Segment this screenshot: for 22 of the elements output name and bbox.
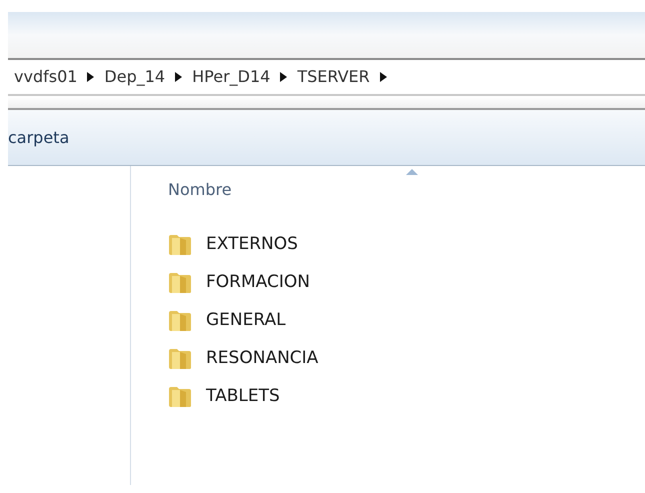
sort-arrow-icon xyxy=(406,169,418,175)
breadcrumb-item[interactable]: vvdfs01 xyxy=(14,65,78,89)
folder-icon xyxy=(168,348,192,370)
folder-name[interactable]: EXTERNOS xyxy=(206,232,298,258)
chevron-right-icon[interactable] xyxy=(175,72,182,82)
folder-icon xyxy=(168,310,192,332)
column-header[interactable]: Nombre xyxy=(168,178,645,204)
folder-icon xyxy=(168,386,192,408)
folder-name[interactable]: RESONANCIA xyxy=(206,346,318,372)
chevron-right-icon[interactable] xyxy=(280,72,288,82)
folder-name[interactable]: FORMACION xyxy=(206,270,310,296)
breadcrumb-item[interactable]: Dep_14 xyxy=(104,65,166,89)
folder-icon xyxy=(168,272,192,294)
folder-name[interactable]: GENERAL xyxy=(206,308,286,334)
folder-name[interactable]: TABLETS xyxy=(206,384,280,410)
breadcrumb-item[interactable]: TSERVER xyxy=(297,65,370,89)
chevron-right-icon[interactable] xyxy=(380,72,387,82)
folder-icon xyxy=(168,234,192,256)
address-bar[interactable]: vvdfs01 Dep_14 HPer_D14 TSERVER xyxy=(8,58,645,96)
breadcrumb-item[interactable]: HPer_D14 xyxy=(192,65,270,89)
chevron-right-icon[interactable] xyxy=(87,72,94,82)
toolbar-button[interactable]: carpeta xyxy=(8,126,70,150)
